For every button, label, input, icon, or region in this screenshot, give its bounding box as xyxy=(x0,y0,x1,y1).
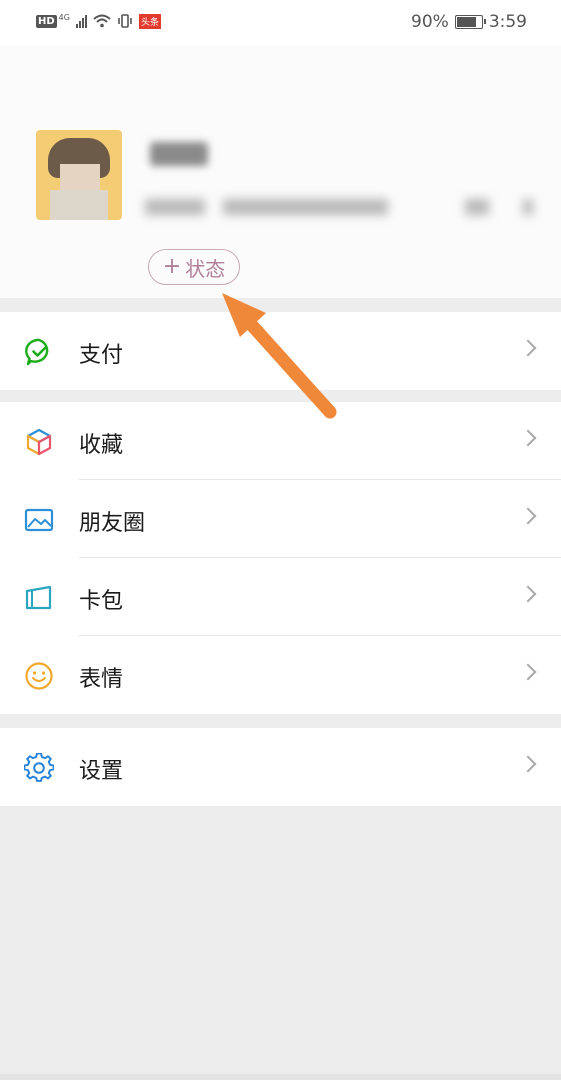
menu-item-pay[interactable]: 支付 xyxy=(0,312,561,390)
vibrate-icon xyxy=(118,14,132,28)
clock: 3:59 xyxy=(488,12,527,32)
status-bar: HD 4G 头条 90% 3:59 xyxy=(0,0,561,46)
menu-item-stickers[interactable]: 表情 xyxy=(0,636,561,714)
menu-label-stickers: 表情 xyxy=(79,667,124,692)
pay-group: 支付 xyxy=(0,312,561,390)
menu-item-cards[interactable]: 卡包 xyxy=(0,558,561,636)
cube-icon xyxy=(26,428,52,456)
signal-icon xyxy=(75,14,87,28)
avatar[interactable] xyxy=(36,130,122,220)
status-bar-left: HD 4G 头条 xyxy=(36,13,161,29)
network-generation: 4G xyxy=(58,12,70,22)
chevron-right-icon xyxy=(519,755,537,773)
plus-icon: + xyxy=(162,254,182,279)
menu-label-settings: 设置 xyxy=(79,759,124,784)
add-status-button[interactable]: + 状态 xyxy=(148,249,240,285)
wechat-pay-icon xyxy=(25,338,49,366)
battery-icon xyxy=(454,15,486,29)
features-group: 收藏 朋友圈 卡包 表情 xyxy=(0,402,561,714)
chevron-right-icon xyxy=(519,663,537,681)
status-bar-right: 90% 3:59 xyxy=(411,12,527,32)
menu-item-moments[interactable]: 朋友圈 xyxy=(0,480,561,558)
gear-icon xyxy=(24,753,54,782)
profile-name-redacted xyxy=(150,142,208,166)
menu-label-favorites: 收藏 xyxy=(79,433,124,458)
smiley-icon xyxy=(25,662,53,690)
bottom-edge xyxy=(0,1074,561,1080)
profile-id-redacted xyxy=(145,199,533,215)
menu-label-moments: 朋友圈 xyxy=(79,511,146,536)
news-app-icon: 头条 xyxy=(138,13,161,29)
card-icon xyxy=(25,585,52,610)
chevron-right-icon xyxy=(519,429,537,447)
chevron-right-icon xyxy=(519,585,537,603)
menu-label-pay: 支付 xyxy=(79,343,124,368)
chevron-right-icon xyxy=(519,339,537,357)
profile-header[interactable]: + 状态 xyxy=(0,46,561,298)
hd-badge: HD xyxy=(36,14,57,28)
add-status-label: 状态 xyxy=(185,256,226,281)
battery-percent: 90% xyxy=(411,12,449,32)
chevron-right-icon xyxy=(519,507,537,525)
menu-label-cards: 卡包 xyxy=(79,589,124,614)
wifi-icon xyxy=(93,14,111,28)
picture-icon xyxy=(24,508,54,532)
settings-group: 设置 xyxy=(0,728,561,806)
menu-item-favorites[interactable]: 收藏 xyxy=(0,402,561,480)
menu-item-settings[interactable]: 设置 xyxy=(0,728,561,806)
